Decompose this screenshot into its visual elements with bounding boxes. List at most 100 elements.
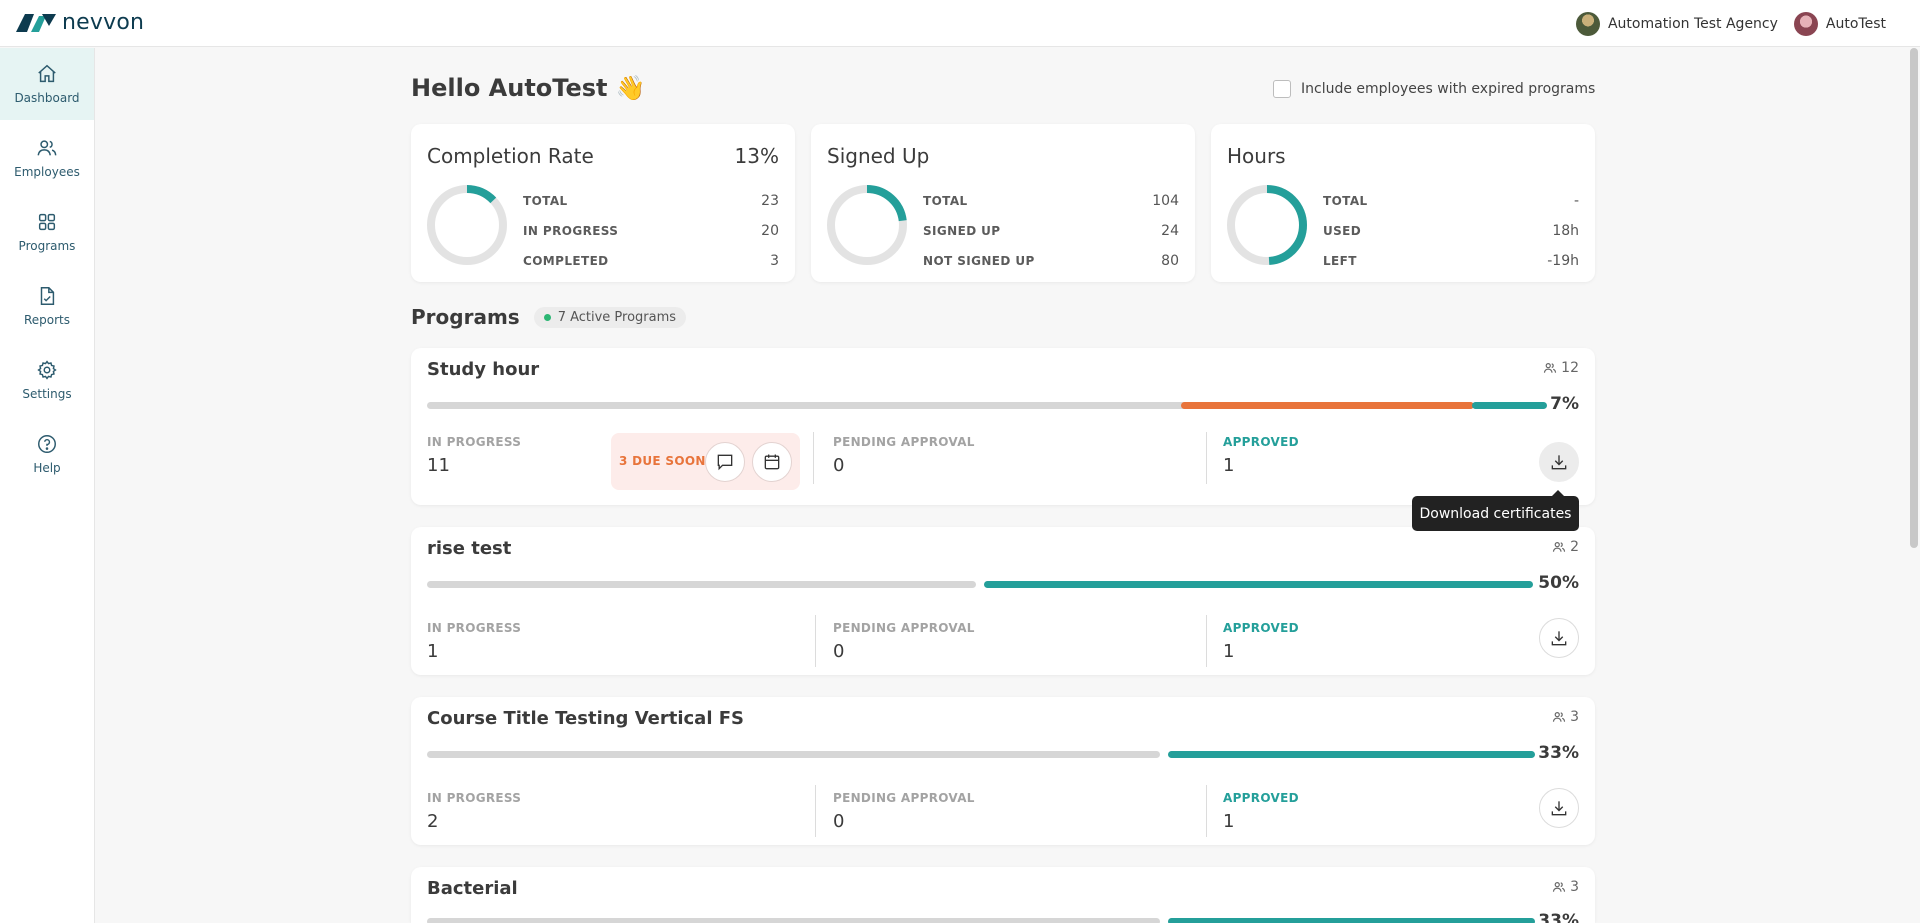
download-certificates-tooltip: Download certificates — [1412, 490, 1579, 531]
card-title: Hours — [1227, 144, 1286, 168]
program-card-course-title-testing[interactable]: Course Title Testing Vertical FS 3 33% I… — [411, 697, 1595, 845]
expired-programs-toggle[interactable]: Include employees with expired programs — [1273, 80, 1595, 98]
top-bar: nevvon Automation Test Agency AutoTest — [0, 0, 1920, 47]
gear-icon — [37, 360, 57, 380]
logo-wordmark: nevvon — [62, 10, 145, 35]
stat-row-used: USED 18h — [1323, 223, 1579, 239]
progress-track — [427, 581, 976, 588]
download-certificates-button[interactable] — [1539, 442, 1579, 482]
signed-up-donut — [827, 185, 907, 265]
program-title[interactable]: rise test — [427, 538, 511, 559]
due-soon-box: 3 DUE SOON — [611, 433, 800, 490]
progress-completed — [1168, 918, 1535, 923]
user-menu[interactable]: AutoTest — [1793, 12, 1886, 36]
expired-checkbox-label: Include employees with expired programs — [1301, 81, 1596, 97]
grid-icon — [38, 213, 56, 231]
download-icon — [1551, 801, 1567, 816]
stat-row-total: TOTAL - — [1323, 193, 1579, 209]
page-title: Hello AutoTest 👋 — [411, 74, 645, 102]
download-certificates-button[interactable] — [1539, 788, 1579, 828]
wave-emoji: 👋 — [615, 74, 646, 102]
message-icon — [717, 454, 733, 471]
agency-avatar — [1575, 12, 1600, 36]
in-progress-stat[interactable]: IN PROGRESS 1 — [427, 621, 521, 662]
approved-stat[interactable]: APPROVED 1 — [1223, 791, 1299, 832]
users-icon — [1552, 882, 1566, 892]
progress-percent: 33% — [1538, 911, 1579, 923]
logo-mark-icon — [16, 13, 56, 32]
pending-approval-stat[interactable]: PENDING APPROVAL 0 — [833, 621, 975, 662]
calendar-icon — [764, 454, 780, 470]
progress-completed — [1472, 402, 1547, 409]
stat-row-total: TOTAL 23 — [523, 193, 779, 209]
due-soon-label[interactable]: 3 DUE SOON — [619, 454, 706, 468]
download-icon — [1551, 631, 1567, 646]
progress-track — [427, 751, 1160, 758]
sidebar-item-help[interactable]: Help — [0, 418, 94, 490]
program-title[interactable]: Study hour — [427, 359, 539, 380]
sidebar-item-label: Reports — [23, 313, 71, 327]
card-title: Completion Rate — [427, 144, 594, 168]
program-card-bacterial[interactable]: Bacterial 3 33% — [411, 867, 1595, 923]
approved-stat[interactable]: APPROVED 1 — [1223, 435, 1299, 476]
enrolled-count: 2 — [1552, 539, 1579, 555]
pending-approval-stat[interactable]: PENDING APPROVAL 0 — [833, 791, 975, 832]
enrolled-count: 3 — [1552, 879, 1579, 895]
stat-row-not-signed-up: NOT SIGNED UP 80 — [923, 253, 1179, 269]
report-icon — [40, 287, 55, 305]
progress-percent: 50% — [1538, 573, 1579, 593]
progress-percent: 33% — [1538, 743, 1579, 763]
hours-card: Hours TOTAL - USED 18h LEFT -19h — [1211, 124, 1595, 282]
sidebar-item-settings[interactable]: Settings — [0, 344, 94, 416]
nevvon-logo[interactable]: nevvon — [16, 10, 144, 35]
sidebar-item-label: Settings — [22, 387, 72, 401]
sidebar-item-label: Programs — [18, 239, 76, 253]
divider — [1206, 615, 1207, 667]
completion-donut — [427, 185, 507, 265]
expired-checkbox[interactable] — [1273, 80, 1291, 98]
enrolled-count: 12 — [1543, 360, 1579, 376]
agency-switcher[interactable]: Automation Test Agency — [1575, 12, 1778, 36]
active-programs-badge: 7 Active Programs — [533, 306, 687, 328]
users-icon — [1544, 363, 1557, 373]
sidebar-item-label: Employees — [14, 165, 80, 179]
program-title[interactable]: Course Title Testing Vertical FS — [427, 708, 744, 729]
active-dot-icon — [543, 313, 551, 321]
page-scrollbar[interactable] — [1910, 48, 1918, 548]
program-title[interactable]: Bacterial — [427, 878, 518, 899]
stat-row-signed-up: SIGNED UP 24 — [923, 223, 1179, 239]
divider — [815, 615, 816, 667]
sidebar-item-dashboard[interactable]: Dashboard — [0, 48, 94, 120]
users-icon — [1552, 542, 1566, 552]
stat-row-left: LEFT -19h — [1323, 253, 1579, 269]
sidebar-item-programs[interactable]: Programs — [0, 196, 94, 268]
progress-track — [427, 918, 1160, 923]
progress-completed — [984, 581, 1533, 588]
programs-title: Programs — [411, 305, 520, 329]
download-certificates-button[interactable] — [1539, 618, 1579, 658]
card-percent: 13% — [734, 144, 779, 168]
progress-percent: 7% — [1550, 394, 1579, 414]
in-progress-stat[interactable]: IN PROGRESS 11 — [427, 435, 521, 476]
send-reminder-button[interactable] — [705, 442, 745, 482]
active-programs-label: 7 Active Programs — [557, 309, 677, 325]
stat-row-in-progress: IN PROGRESS 20 — [523, 223, 779, 239]
download-icon — [1551, 455, 1567, 470]
program-card-study-hour[interactable]: Study hour 12 7% IN PROGRESS 11 3 DUE SO… — [411, 348, 1595, 505]
schedule-button[interactable] — [752, 442, 792, 482]
sidebar-item-reports[interactable]: Reports — [0, 270, 94, 342]
approved-stat[interactable]: APPROVED 1 — [1223, 621, 1299, 662]
sidebar-item-label: Help — [33, 461, 61, 475]
pending-approval-stat[interactable]: PENDING APPROVAL 0 — [833, 435, 975, 476]
progress-completed — [1168, 751, 1535, 758]
stat-row-completed: COMPLETED 3 — [523, 253, 779, 269]
sidebar-item-employees[interactable]: Employees — [0, 122, 94, 194]
signed-up-card: Signed Up TOTAL 104 SIGNED UP 24 NOT SIGNE… — [811, 124, 1195, 282]
divider — [813, 432, 814, 484]
greeting-text: Hello AutoTest — [411, 74, 608, 102]
home-icon — [38, 64, 56, 83]
in-progress-stat[interactable]: IN PROGRESS 2 — [427, 791, 521, 832]
user-name: AutoTest — [1825, 16, 1886, 32]
stat-row-total: TOTAL 104 — [923, 193, 1179, 209]
program-card-rise-test[interactable]: rise test 2 50% IN PROGRESS 1 PENDING AP… — [411, 527, 1595, 675]
